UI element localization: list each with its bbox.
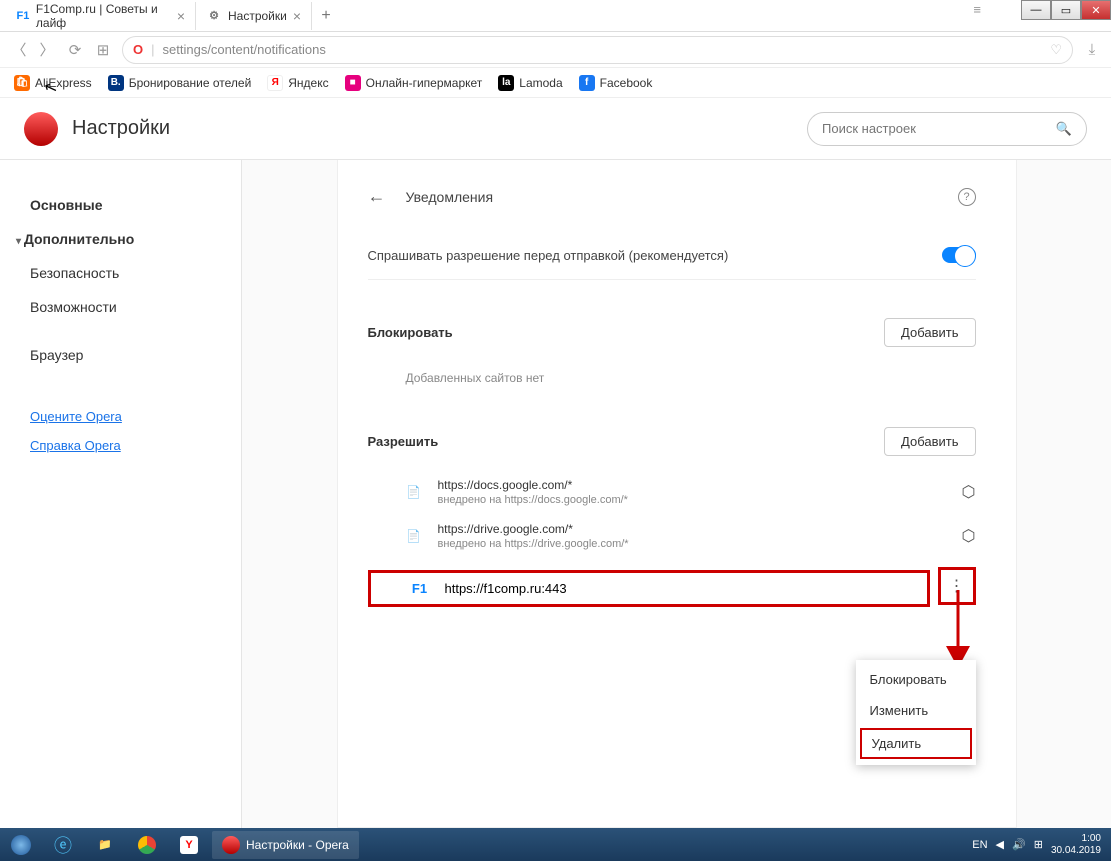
start-button[interactable]: [0, 828, 42, 861]
tab-strip: F1 F1Comp.ru | Советы и лайф × ⚙ Настрой…: [0, 0, 1111, 32]
menu-item-remove[interactable]: Удалить: [860, 728, 972, 759]
close-window-button[interactable]: ✕: [1081, 0, 1111, 20]
ask-permission-row: Спрашивать разрешение перед отправкой (р…: [368, 231, 976, 280]
menu-item-edit[interactable]: Изменить: [856, 695, 976, 726]
download-icon[interactable]: ⤓: [1083, 41, 1101, 58]
speed-dial-icon[interactable]: ⊞: [94, 41, 112, 59]
taskbar-tray-icon[interactable]: ◀: [996, 838, 1004, 851]
tab-f1comp[interactable]: F1 F1Comp.ru | Советы и лайф ×: [6, 2, 196, 30]
settings-header: Настройки 🔍: [0, 98, 1111, 160]
taskbar-volume-icon[interactable]: 🔊: [1012, 838, 1026, 851]
ask-label: Спрашивать разрешение перед отправкой (р…: [368, 248, 729, 263]
sidebar-item-security[interactable]: Безопасность: [30, 256, 241, 290]
add-block-button[interactable]: Добавить: [884, 318, 975, 347]
site-url: https://drive.google.com/*: [438, 522, 629, 536]
add-allow-button[interactable]: Добавить: [884, 427, 975, 456]
opera-badge-icon: O: [133, 42, 143, 57]
block-empty-text: Добавленных сайтов нет: [368, 361, 976, 413]
site-row-drive: 📄 https://drive.google.com/* внедрено на…: [368, 514, 976, 558]
extension-icon[interactable]: ⬡: [962, 482, 976, 502]
file-icon: 📄: [404, 526, 424, 546]
bookmark-facebook[interactable]: fFacebook: [579, 75, 653, 91]
tab-title: F1Comp.ru | Советы и лайф: [36, 2, 171, 30]
taskbar-clock[interactable]: 1:00 30.04.2019: [1051, 833, 1101, 857]
sidebar-item-features[interactable]: Возможности: [30, 290, 241, 324]
ask-toggle[interactable]: [942, 247, 976, 263]
help-icon[interactable]: ?: [958, 188, 976, 206]
tab-close-icon[interactable]: ×: [293, 8, 301, 24]
toolbar: 〈 〉 ⟳ ⊞ O | settings/content/notificatio…: [0, 32, 1111, 68]
reload-button[interactable]: ⟳: [66, 41, 84, 59]
settings-content: ← Уведомления ? Спрашивать разрешение пе…: [337, 160, 1017, 828]
tab-settings[interactable]: ⚙ Настройки ×: [196, 2, 312, 30]
back-button[interactable]: 〈: [10, 39, 28, 60]
site-row-docs: 📄 https://docs.google.com/* внедрено на …: [368, 470, 976, 514]
maximize-button[interactable]: ▭: [1051, 0, 1081, 20]
sidebar-item-advanced[interactable]: Дополнительно: [30, 222, 241, 256]
site-sub: внедрено на https://drive.google.com/*: [438, 538, 629, 550]
site-url: https://docs.google.com/*: [438, 478, 628, 492]
gear-icon: ⚙: [206, 8, 222, 24]
bookmarks-bar: 🛍AliExpress B.Бронирование отелей ЯЯндек…: [0, 68, 1111, 98]
site-sub: внедрено на https://docs.google.com/*: [438, 494, 628, 506]
taskbar-chrome-icon[interactable]: [126, 828, 168, 861]
search-settings[interactable]: 🔍: [807, 112, 1087, 146]
taskbar-network-icon[interactable]: ⊞: [1034, 838, 1043, 851]
settings-sidebar: Основные Дополнительно Безопасность Возм…: [0, 160, 242, 828]
taskbar-app-opera[interactable]: Настройки - Opera: [212, 831, 359, 859]
sidebar-item-basic[interactable]: Основные: [30, 188, 241, 222]
allow-section-head: Разрешить Добавить: [368, 413, 976, 470]
settings-title: Настройки: [72, 117, 807, 140]
file-icon: 📄: [404, 482, 424, 502]
window-controls: — ▭ ✕: [1021, 0, 1111, 20]
sidebar-item-browser[interactable]: Браузер: [30, 338, 241, 372]
taskbar-yandex-icon[interactable]: Y: [168, 828, 210, 861]
tab-title: Настройки: [228, 9, 287, 23]
bookmark-booking[interactable]: B.Бронирование отелей: [108, 75, 252, 91]
bookmark-hypermarket[interactable]: ■Онлайн-гипермаркет: [345, 75, 483, 91]
highlighted-site-row: F1 https://f1comp.ru:443: [368, 570, 930, 607]
search-input[interactable]: [822, 121, 1056, 136]
minimize-button[interactable]: —: [1021, 0, 1051, 20]
back-arrow-icon[interactable]: ←: [368, 186, 386, 207]
extension-icon[interactable]: ⬡: [962, 526, 976, 546]
site-url: https://f1comp.ru:443: [445, 581, 567, 596]
search-icon: 🔍: [1056, 121, 1072, 137]
block-section-head: Блокировать Добавить: [368, 304, 976, 361]
sidebar-link-help[interactable]: Справка Opera: [30, 431, 241, 460]
bookmark-lamoda[interactable]: laLamoda: [498, 75, 562, 91]
taskbar-lang[interactable]: EN: [972, 839, 987, 851]
forward-button[interactable]: 〉: [38, 39, 56, 60]
address-bar[interactable]: O | settings/content/notifications ♡: [122, 36, 1073, 64]
tab-close-icon[interactable]: ×: [177, 8, 185, 24]
opera-icon: [222, 836, 240, 854]
taskbar-ie-icon[interactable]: ⓔ: [42, 828, 84, 861]
taskbar-explorer-icon[interactable]: 📁: [84, 828, 126, 861]
page-title: Уведомления: [406, 189, 494, 205]
menu-item-block[interactable]: Блокировать: [856, 664, 976, 695]
f1-favicon: F1: [407, 581, 433, 596]
window-menu-icon[interactable]: ≡: [973, 2, 981, 17]
sidebar-link-rate[interactable]: Оцените Opera: [30, 402, 241, 431]
opera-logo-icon: [24, 112, 58, 146]
site-context-menu: Блокировать Изменить Удалить: [856, 660, 976, 765]
new-tab-button[interactable]: +: [312, 7, 340, 25]
bookmark-yandex[interactable]: ЯЯндекс: [267, 75, 328, 91]
bookmark-heart-icon[interactable]: ♡: [1050, 42, 1062, 58]
favicon-f1: F1: [16, 8, 30, 24]
url-text: settings/content/notifications: [163, 42, 326, 57]
taskbar: ⓔ 📁 Y Настройки - Opera EN ◀ 🔊 ⊞ 1:00 30…: [0, 828, 1111, 861]
